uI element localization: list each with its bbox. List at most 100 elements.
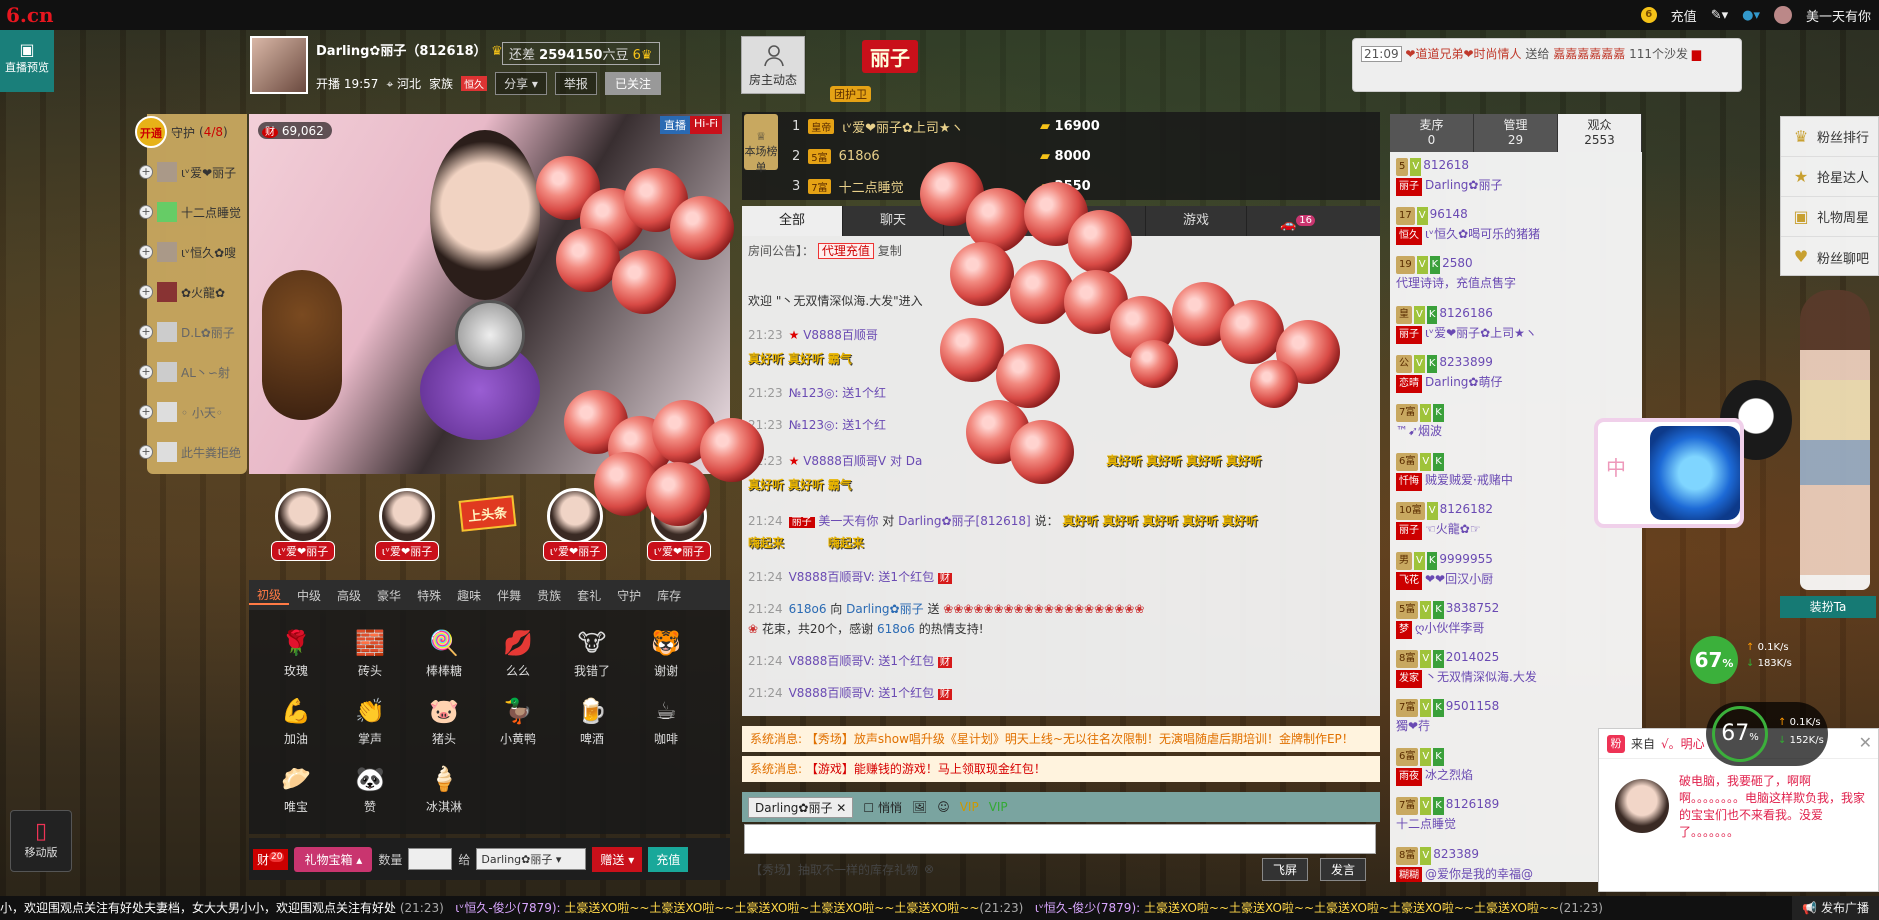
gift-tab[interactable]: 守护: [609, 587, 649, 604]
chat-target-chip[interactable]: Darling✿丽子 ✕: [748, 796, 854, 818]
gift-item[interactable]: 🐮 我错了: [555, 626, 629, 682]
gift-item[interactable]: 🍺 啤酒: [555, 694, 629, 750]
user-item[interactable]: 5富 V K 3838752 梦 ღ小伙伴李哥: [1390, 595, 1642, 644]
recipient-select[interactable]: Darling✿丽子 ▾: [476, 848, 587, 870]
edit-icon[interactable]: ✎▾: [1711, 8, 1728, 23]
gift-tab[interactable]: 中级: [289, 587, 329, 604]
gift-tab[interactable]: 趣味: [449, 587, 489, 604]
share-button[interactable]: 分享 ▾: [495, 72, 547, 95]
user-item[interactable]: 19 V K 2580 代理诗诗，充值点售字: [1390, 250, 1642, 299]
guard-item[interactable]: + ◦ 小天◦: [139, 392, 249, 432]
sofa-icon: ▆: [1691, 47, 1702, 61]
gift-tab[interactable]: 初级: [249, 586, 290, 605]
gift-item[interactable]: 👏 掌声: [333, 694, 407, 750]
user-item[interactable]: 皇 V K 8126186 丽子 ιᵛ爱❤丽子✿上司★ヽ: [1390, 300, 1642, 349]
chat-message: 21:24 丽子 美一天有你 对 Darling✿丽子[812618] 说： 真好…: [748, 514, 1258, 528]
performer-card[interactable]: ιᵛ爱❤丽子: [263, 488, 343, 561]
performer-card[interactable]: ιᵛ爱❤丽子: [367, 488, 447, 561]
headline-button[interactable]: 上头条: [458, 495, 517, 532]
gift-item[interactable]: ☕ 咖啡: [629, 694, 703, 750]
guard-item[interactable]: + 十二点睡觉: [139, 192, 249, 232]
gift-weekly-star-link[interactable]: ▣ 礼物周星: [1781, 197, 1878, 237]
gift-item[interactable]: 🍦 冰淇淋: [407, 762, 481, 818]
guard-item[interactable]: + D.L✿丽子: [139, 312, 249, 352]
close-icon[interactable]: ✕: [1859, 733, 1872, 752]
star-grabber-link[interactable]: ★ 抢星达人: [1781, 157, 1878, 197]
tab-admins[interactable]: 管理 29: [1474, 114, 1558, 152]
tab-audience[interactable]: 观众 2553: [1558, 114, 1642, 152]
dress-up-button[interactable]: 装扮Ta: [1780, 596, 1876, 618]
ranking-row[interactable]: 37富十二点睡觉▰ 2550: [792, 172, 1091, 200]
user-item[interactable]: 公 V K 8233899 恋晴 Darling✿萌仔: [1390, 349, 1642, 398]
gift-box-button[interactable]: 礼物宝箱 ▴: [294, 846, 373, 872]
ranking-badge[interactable]: ♕ 本场榜单: [744, 114, 778, 174]
avatar: [157, 322, 177, 342]
mobile-version-button[interactable]: ▯ 移动版: [10, 810, 72, 872]
guard-item[interactable]: + 此牛粪拒绝: [139, 432, 249, 472]
gift-item[interactable]: 🧱 砖头: [333, 626, 407, 682]
gift-item[interactable]: 🥟 唯宝: [259, 762, 333, 818]
gift-tab[interactable]: 贵族: [529, 587, 569, 604]
gift-item[interactable]: 🌹 玫瑰: [259, 626, 333, 682]
gift-item[interactable]: 💪 加油: [259, 694, 333, 750]
gift-tab[interactable]: 伴舞: [489, 587, 529, 604]
tab-all[interactable]: 全部: [742, 206, 843, 236]
live-preview-tab[interactable]: ▣ 直播预览: [0, 30, 54, 92]
shield-icon[interactable]: ●▾: [1742, 8, 1760, 23]
guard-item[interactable]: + ιᵛ恒久✿嗖: [139, 232, 249, 272]
ranking-row[interactable]: 2 5富 618o6 ▰ 8000: [792, 142, 1091, 170]
streamer-image: [430, 130, 540, 300]
gift-tab[interactable]: 库存: [649, 587, 689, 604]
blue-rose-gift[interactable]: 中: [1594, 418, 1744, 528]
close-icon[interactable]: ⊗: [924, 862, 934, 876]
broadcast-button[interactable]: 📢 发布广播: [1792, 896, 1879, 920]
quantity-input[interactable]: [408, 848, 453, 870]
user-item[interactable]: 17 V 96148 恒久 ιᵛ恒久✿喝可乐的猪猪: [1390, 201, 1642, 250]
guard-item[interactable]: + ιᵛ爱❤丽子: [139, 152, 249, 192]
guard-item[interactable]: + AL丶∽射: [139, 352, 249, 392]
username[interactable]: 美一天有你: [1806, 6, 1871, 25]
owner-dynamic-button[interactable]: 房主动态: [741, 36, 805, 94]
gift-tab[interactable]: 特殊: [409, 587, 449, 604]
fly-screen-button[interactable]: 飞屏: [1262, 858, 1309, 881]
recharge-link[interactable]: 充值: [1671, 6, 1697, 25]
family-tag[interactable]: 恒久: [461, 76, 488, 91]
send-button[interactable]: 发言: [1320, 858, 1367, 881]
followed-button[interactable]: 已关注: [604, 72, 661, 95]
chat-input[interactable]: [744, 824, 1376, 854]
host-avatar[interactable]: [250, 36, 308, 94]
emoji-icon[interactable]: ☺: [937, 800, 950, 814]
gift-item[interactable]: 🍭 棒棒糖: [407, 626, 481, 682]
user-item[interactable]: 8富 V K 2014025 发家 丶无双情深似海.大发: [1390, 644, 1642, 693]
fans-chat-link[interactable]: ♥ 粉丝聊吧: [1781, 237, 1878, 277]
user-item[interactable]: 5 V 812618 丽子 Darling✿丽子: [1390, 152, 1642, 201]
wealth-chest-icon[interactable]: 财 20: [253, 848, 289, 870]
tab-car[interactable]: 🚗 16: [1247, 206, 1348, 236]
fans-ranking-link[interactable]: ♛ 粉丝排行: [1781, 117, 1878, 157]
gift-item[interactable]: 🦆 小黄鸭: [481, 694, 555, 750]
guard-item[interactable]: + ✿火龍✿: [139, 272, 249, 312]
whisper-checkbox[interactable]: ☐ 悄悄: [863, 799, 902, 816]
open-guard-button[interactable]: 开通: [135, 116, 167, 148]
tab-mic-queue[interactable]: 麦序 0: [1390, 114, 1474, 152]
site-logo[interactable]: 6.cn: [6, 3, 54, 27]
coin-icon[interactable]: 6: [1640, 7, 1657, 23]
gift-item[interactable]: 🐯 谢谢: [629, 626, 703, 682]
vip-plus-icon[interactable]: VIP: [989, 800, 1008, 814]
avatar-doll[interactable]: [1800, 290, 1870, 590]
gift-tab[interactable]: 豪华: [369, 587, 409, 604]
gift-item[interactable]: 🐷 猪头: [407, 694, 481, 750]
user-avatar[interactable]: [1773, 6, 1792, 24]
report-button[interactable]: 举报: [554, 72, 597, 95]
image-icon[interactable]: 🖼: [912, 800, 927, 814]
gift-tab[interactable]: 高级: [329, 587, 369, 604]
gift-item[interactable]: 🐼 赞: [333, 762, 407, 818]
tab-game[interactable]: 游戏: [1146, 206, 1247, 236]
give-button[interactable]: 赠送 ▾: [592, 846, 643, 872]
gift-tab[interactable]: 套礼: [569, 587, 609, 604]
gift-item[interactable]: 💋 么么: [481, 626, 555, 682]
ranking-row[interactable]: 1 皇帝 ιᵛ爱❤丽子✿上司★ヽ ▰ 16900: [792, 112, 1100, 140]
recharge-button[interactable]: 充值: [648, 846, 689, 872]
user-item[interactable]: 男 V K 9999955 飞花 ❤❤回汉小厨: [1390, 546, 1642, 595]
vip-emoji-icon[interactable]: VIP: [960, 800, 979, 814]
